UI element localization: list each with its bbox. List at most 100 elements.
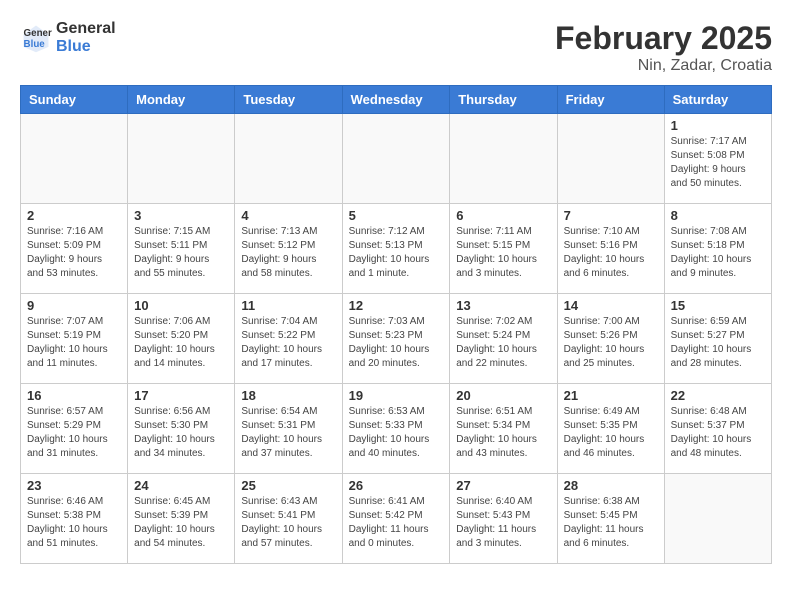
day-info: Sunrise: 6:38 AM Sunset: 5:45 PM Dayligh…: [564, 495, 658, 551]
calendar-cell: 4 Sunrise: 7:13 AM Sunset: 5:12 PM Daylig…: [235, 204, 342, 294]
weekday-header: Friday: [557, 86, 664, 114]
calendar-cell: 25Sunrise: 6:43 AM Sunset: 5:41 PM Dayli…: [235, 474, 342, 564]
day-info: Sunrise: 6:45 AM Sunset: 5:39 PM Dayligh…: [134, 495, 228, 551]
weekday-header: Monday: [128, 86, 235, 114]
day-number: 6: [456, 208, 550, 223]
day-info: Sunrise: 7:17 AM Sunset: 5:08 PM Dayligh…: [671, 135, 765, 191]
logo-blue: Blue: [56, 38, 91, 55]
calendar-cell: [557, 114, 664, 204]
day-number: 14: [564, 298, 658, 313]
day-info: Sunrise: 6:51 AM Sunset: 5:34 PM Dayligh…: [456, 405, 550, 461]
logo-icon: General Blue: [20, 22, 52, 54]
calendar-header: February 2025 Nin, Zadar, Croatia: [555, 20, 772, 75]
day-info: Sunrise: 7:04 AM Sunset: 5:22 PM Dayligh…: [241, 315, 335, 371]
calendar-cell: 14 Sunrise: 7:00 AM Sunset: 5:26 PM Dayli…: [557, 294, 664, 384]
calendar-week-row: 9 Sunrise: 7:07 AM Sunset: 5:19 PM Daylig…: [21, 294, 772, 384]
weekday-header: Wednesday: [342, 86, 450, 114]
calendar-cell: 16 Sunrise: 6:57 AM Sunset: 5:29 PM Dayli…: [21, 384, 128, 474]
calendar-cell: [235, 114, 342, 204]
day-info: Sunrise: 7:02 AM Sunset: 5:24 PM Dayligh…: [456, 315, 550, 371]
day-number: 9: [27, 298, 121, 313]
calendar-cell: 24 Sunrise: 6:45 AM Sunset: 5:39 PM Dayli…: [128, 474, 235, 564]
calendar-cell: [21, 114, 128, 204]
day-info: Sunrise: 7:10 AM Sunset: 5:16 PM Dayligh…: [564, 225, 658, 281]
day-info: Sunrise: 7:08 AM Sunset: 5:18 PM Dayligh…: [671, 225, 765, 281]
calendar-cell: 2 Sunrise: 7:16 AM Sunset: 5:09 PM Daylig…: [21, 204, 128, 294]
day-info: Sunrise: 7:16 AM Sunset: 5:09 PM Dayligh…: [27, 225, 121, 281]
day-info: Sunrise: 6:46 AM Sunset: 5:38 PM Dayligh…: [27, 495, 121, 551]
calendar-week-row: 23 Sunrise: 6:46 AM Sunset: 5:38 PM Dayli…: [21, 474, 772, 564]
calendar-cell: 23 Sunrise: 6:46 AM Sunset: 5:38 PM Dayli…: [21, 474, 128, 564]
calendar-cell: 7 Sunrise: 7:10 AM Sunset: 5:16 PM Daylig…: [557, 204, 664, 294]
day-info: Sunrise: 6:40 AM Sunset: 5:43 PM Dayligh…: [456, 495, 550, 551]
day-number: 16: [27, 388, 121, 403]
svg-text:General: General: [24, 28, 52, 39]
day-number: 20: [456, 388, 550, 403]
day-number: 7: [564, 208, 658, 223]
day-number: 26: [349, 478, 444, 493]
day-number: 4: [241, 208, 335, 223]
day-number: 11: [241, 298, 335, 313]
page-header: General Blue General Blue February 2025 …: [20, 20, 772, 75]
calendar-cell: 8 Sunrise: 7:08 AM Sunset: 5:18 PM Daylig…: [664, 204, 771, 294]
day-info: Sunrise: 6:49 AM Sunset: 5:35 PM Dayligh…: [564, 405, 658, 461]
weekday-header: Sunday: [21, 86, 128, 114]
calendar-cell: [342, 114, 450, 204]
day-number: 5: [349, 208, 444, 223]
day-number: 17: [134, 388, 228, 403]
calendar-cell: 22Sunrise: 6:48 AM Sunset: 5:37 PM Dayli…: [664, 384, 771, 474]
calendar-cell: 6Sunrise: 7:11 AM Sunset: 5:15 PM Daylig…: [450, 204, 557, 294]
calendar-cell: 12Sunrise: 7:03 AM Sunset: 5:23 PM Dayli…: [342, 294, 450, 384]
calendar-cell: 10 Sunrise: 7:06 AM Sunset: 5:20 PM Dayli…: [128, 294, 235, 384]
calendar-cell: 3Sunrise: 7:15 AM Sunset: 5:11 PM Daylig…: [128, 204, 235, 294]
day-info: Sunrise: 6:54 AM Sunset: 5:31 PM Dayligh…: [241, 405, 335, 461]
day-number: 8: [671, 208, 765, 223]
calendar-cell: 1 Sunrise: 7:17 AM Sunset: 5:08 PM Daylig…: [664, 114, 771, 204]
day-info: Sunrise: 7:06 AM Sunset: 5:20 PM Dayligh…: [134, 315, 228, 371]
calendar-cell: 26 Sunrise: 6:41 AM Sunset: 5:42 PM Dayli…: [342, 474, 450, 564]
calendar-week-row: 2 Sunrise: 7:16 AM Sunset: 5:09 PM Daylig…: [21, 204, 772, 294]
calendar-subtitle: Nin, Zadar, Croatia: [555, 57, 772, 75]
logo: General Blue General Blue: [20, 20, 116, 55]
calendar-cell: 21Sunrise: 6:49 AM Sunset: 5:35 PM Dayli…: [557, 384, 664, 474]
calendar-cell: 17 Sunrise: 6:56 AM Sunset: 5:30 PM Dayli…: [128, 384, 235, 474]
day-info: Sunrise: 7:13 AM Sunset: 5:12 PM Dayligh…: [241, 225, 335, 281]
calendar-cell: 28 Sunrise: 6:38 AM Sunset: 5:45 PM Dayli…: [557, 474, 664, 564]
calendar-week-row: 1 Sunrise: 7:17 AM Sunset: 5:08 PM Daylig…: [21, 114, 772, 204]
day-number: 3: [134, 208, 228, 223]
day-number: 24: [134, 478, 228, 493]
calendar-cell: 19Sunrise: 6:53 AM Sunset: 5:33 PM Dayli…: [342, 384, 450, 474]
day-info: Sunrise: 6:41 AM Sunset: 5:42 PM Dayligh…: [349, 495, 444, 551]
day-number: 1: [671, 118, 765, 133]
day-info: Sunrise: 6:57 AM Sunset: 5:29 PM Dayligh…: [27, 405, 121, 461]
day-info: Sunrise: 6:43 AM Sunset: 5:41 PM Dayligh…: [241, 495, 335, 551]
calendar-title: February 2025: [555, 20, 772, 57]
day-number: 28: [564, 478, 658, 493]
day-number: 13: [456, 298, 550, 313]
calendar-week-row: 16 Sunrise: 6:57 AM Sunset: 5:29 PM Dayli…: [21, 384, 772, 474]
day-number: 23: [27, 478, 121, 493]
day-info: Sunrise: 7:07 AM Sunset: 5:19 PM Dayligh…: [27, 315, 121, 371]
day-info: Sunrise: 6:48 AM Sunset: 5:37 PM Dayligh…: [671, 405, 765, 461]
calendar-cell: 15Sunrise: 6:59 AM Sunset: 5:27 PM Dayli…: [664, 294, 771, 384]
day-info: Sunrise: 7:03 AM Sunset: 5:23 PM Dayligh…: [349, 315, 444, 371]
calendar-cell: 11 Sunrise: 7:04 AM Sunset: 5:22 PM Dayli…: [235, 294, 342, 384]
weekday-header: Tuesday: [235, 86, 342, 114]
calendar-cell: [128, 114, 235, 204]
svg-text:Blue: Blue: [24, 38, 46, 49]
calendar-cell: 20 Sunrise: 6:51 AM Sunset: 5:34 PM Dayli…: [450, 384, 557, 474]
day-number: 27: [456, 478, 550, 493]
calendar-cell: 13 Sunrise: 7:02 AM Sunset: 5:24 PM Dayli…: [450, 294, 557, 384]
day-info: Sunrise: 6:53 AM Sunset: 5:33 PM Dayligh…: [349, 405, 444, 461]
calendar-cell: 18Sunrise: 6:54 AM Sunset: 5:31 PM Dayli…: [235, 384, 342, 474]
calendar-cell: 27 Sunrise: 6:40 AM Sunset: 5:43 PM Dayli…: [450, 474, 557, 564]
day-info: Sunrise: 7:12 AM Sunset: 5:13 PM Dayligh…: [349, 225, 444, 281]
weekday-header: Thursday: [450, 86, 557, 114]
day-number: 15: [671, 298, 765, 313]
day-number: 10: [134, 298, 228, 313]
logo-general: General: [56, 20, 116, 37]
calendar-cell: 9 Sunrise: 7:07 AM Sunset: 5:19 PM Daylig…: [21, 294, 128, 384]
day-number: 2: [27, 208, 121, 223]
day-info: Sunrise: 6:56 AM Sunset: 5:30 PM Dayligh…: [134, 405, 228, 461]
day-info: Sunrise: 7:00 AM Sunset: 5:26 PM Dayligh…: [564, 315, 658, 371]
